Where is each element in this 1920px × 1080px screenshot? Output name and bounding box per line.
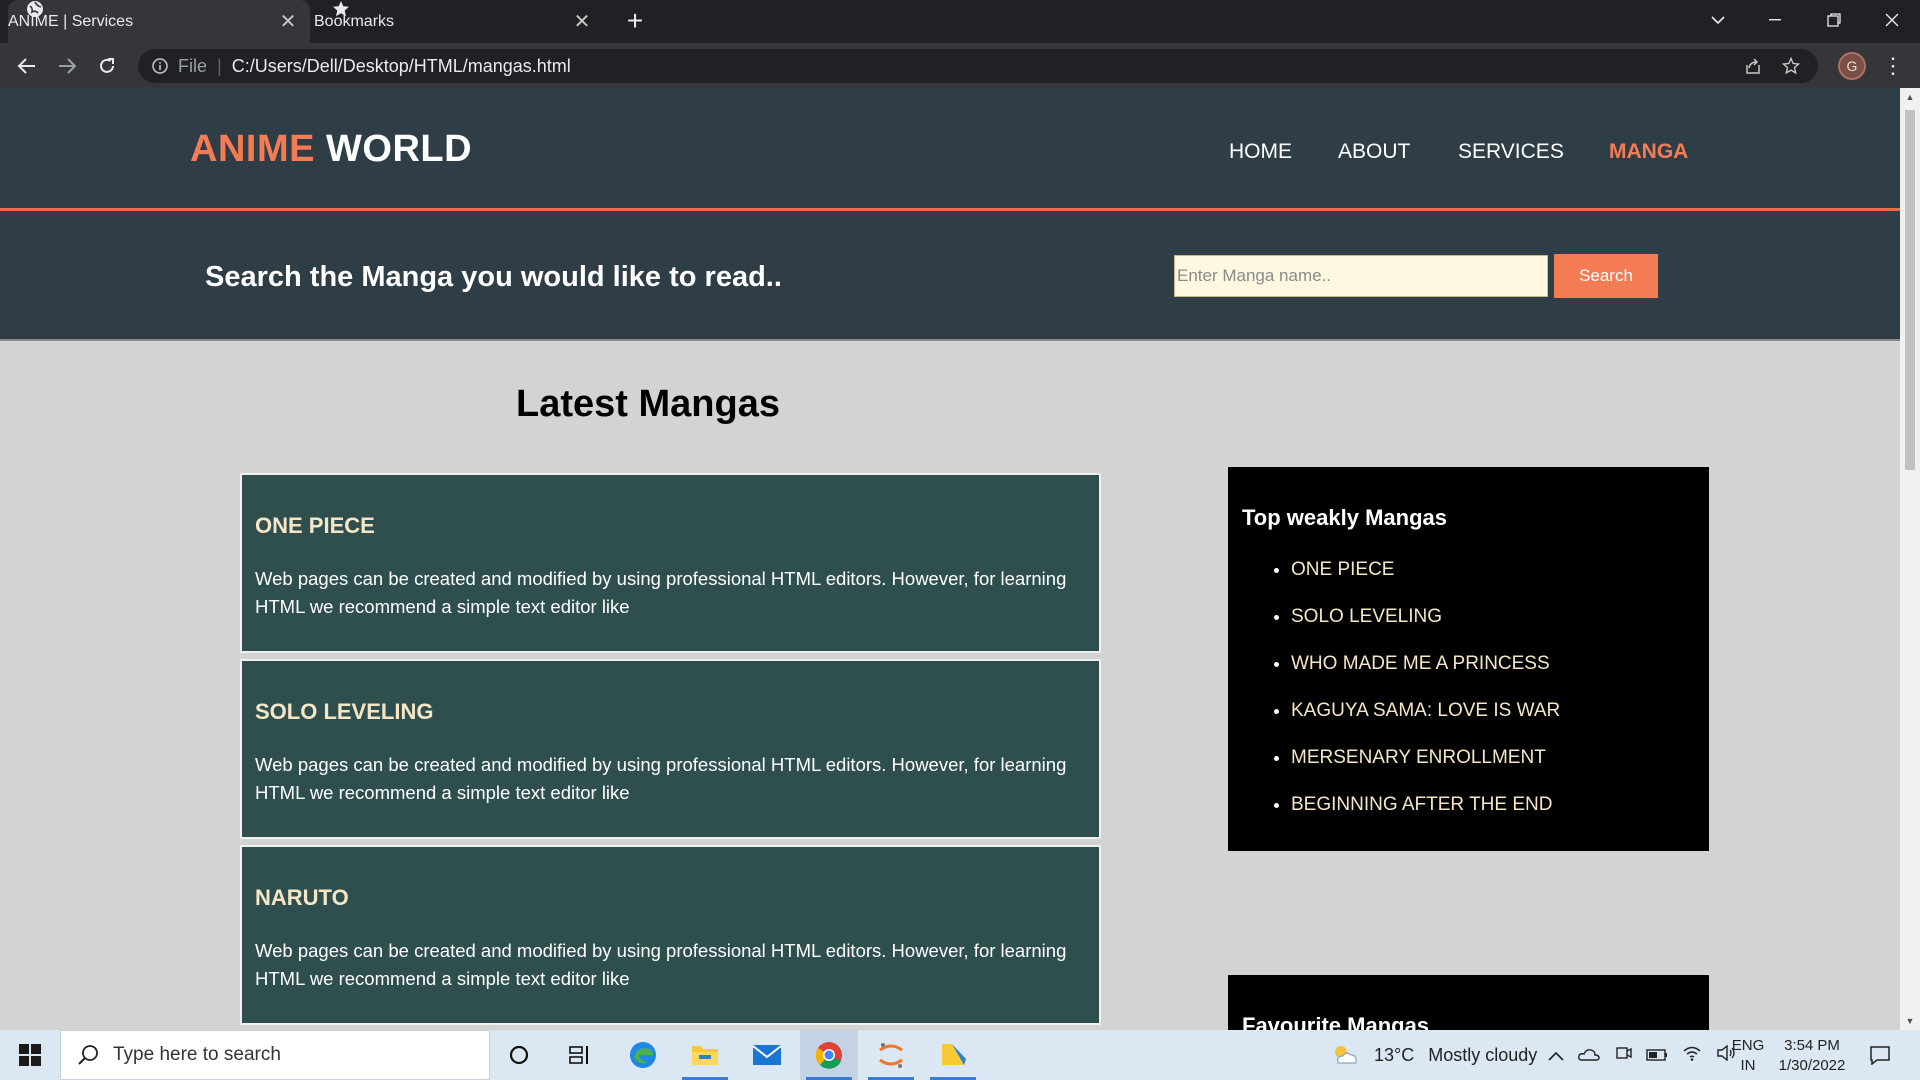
tab-bookmarks[interactable]: Bookmarks ✕ [314, 0, 604, 43]
tab-title: ANIME | Services [8, 12, 134, 30]
address-separator: | [217, 55, 222, 76]
list-item[interactable]: ONE PIECE [1291, 559, 1560, 606]
clock-date: 1/30/2022 [1778, 1057, 1846, 1074]
browser-tab-strip: ANIME | Services ✕ Bookmarks ✕ + [0, 0, 1920, 43]
windows-start-icon[interactable] [0, 1030, 60, 1080]
new-tab-button[interactable]: + [620, 6, 650, 36]
list-item[interactable]: MERSENARY ENROLLMENT [1291, 747, 1560, 794]
manga-card-title: ONE PIECE [255, 513, 375, 538]
top-weekly-box: Top weakly Mangas ONE PIECE SOLO LEVELIN… [1228, 467, 1709, 851]
language-indicator[interactable]: ENG IN [1730, 1036, 1766, 1076]
manga-card-text: Web pages can be created and modified by… [255, 940, 1067, 989]
page-viewport: ANIME WORLD HOME ABOUT SERVICES MANGA Se… [0, 88, 1900, 1030]
weather-text: Mostly cloudy [1428, 1044, 1538, 1065]
tab-title: Bookmarks [314, 12, 395, 30]
wifi-icon[interactable] [1682, 1045, 1702, 1066]
weather-temp: 13°C [1374, 1044, 1415, 1065]
manga-card[interactable]: SOLO LEVELING Web pages can be created a… [240, 659, 1101, 839]
close-icon[interactable]: ✕ [274, 9, 302, 34]
tab-anime-services[interactable]: ANIME | Services ✕ [8, 0, 310, 43]
forward-arrow-icon[interactable] [51, 50, 83, 82]
page-scrollbar[interactable]: ▲ ▼ [1900, 88, 1920, 1030]
list-item[interactable]: KAGUYA SAMA: LOVE IS WAR [1291, 700, 1560, 747]
manga-card-text: Web pages can be created and modified by… [255, 568, 1067, 617]
site-logo[interactable]: ANIME WORLD [190, 128, 472, 171]
manga-card-text: Web pages can be created and modified by… [255, 754, 1067, 803]
bookmark-star-icon[interactable] [1776, 52, 1806, 80]
cloudy-weather-icon [1335, 1046, 1357, 1064]
list-item[interactable]: SOLO LEVELING [1291, 606, 1560, 653]
search-heading: Search the Manga you would like to read.… [205, 261, 782, 293]
nav-manga[interactable]: MANGA [1609, 140, 1688, 164]
lang-bottom: IN [1740, 1057, 1756, 1074]
edge-browser-icon[interactable] [614, 1030, 672, 1080]
window-close-icon[interactable] [1864, 0, 1920, 40]
site-header: ANIME WORLD HOME ABOUT SERVICES MANGA [0, 88, 1900, 211]
manga-card[interactable]: ONE PIECE Web pages can be created and m… [240, 473, 1101, 653]
nav-services[interactable]: SERVICES [1458, 140, 1564, 164]
restore-icon[interactable] [1806, 0, 1862, 40]
top-weekly-title: Top weakly Mangas [1242, 505, 1447, 530]
back-arrow-icon[interactable] [11, 50, 43, 82]
search-icon [78, 1045, 98, 1065]
manga-card-title: NARUTO [255, 885, 349, 910]
file-explorer-icon[interactable] [676, 1030, 734, 1080]
task-view-icon[interactable] [551, 1030, 609, 1080]
taskbar-search-placeholder: Type here to search [113, 1044, 281, 1065]
share-icon[interactable] [1738, 52, 1768, 80]
search-button[interactable]: Search [1554, 254, 1658, 298]
scheme-label: File [178, 55, 208, 76]
browser-toolbar: File | C:/Users/Dell/Desktop/HTML/mangas… [0, 43, 1920, 88]
meet-now-icon[interactable] [1614, 1044, 1632, 1067]
lang-top: ENG [1731, 1037, 1765, 1054]
nav-home[interactable]: HOME [1229, 140, 1292, 164]
jupyter-app-icon[interactable] [862, 1030, 920, 1080]
logo-rest: WORLD [326, 128, 473, 170]
globe-icon [26, 0, 44, 18]
list-item[interactable]: BEGINNING AFTER THE END [1291, 794, 1560, 841]
info-icon[interactable] [150, 58, 170, 74]
taskbar: Type here to search 13°C Mostly cloudy E… [0, 1030, 1920, 1080]
system-tray [1548, 1030, 1736, 1080]
manga-card-title: SOLO LEVELING [255, 699, 434, 724]
top-weekly-list: ONE PIECE SOLO LEVELING WHO MADE ME A PR… [1291, 559, 1560, 841]
weather-widget[interactable]: 13°C Mostly cloudy [1330, 1030, 1537, 1080]
taskbar-search-box[interactable]: Type here to search [60, 1030, 490, 1080]
favourite-title: Favourite Mangas [1242, 1013, 1430, 1030]
close-icon[interactable]: ✕ [568, 9, 596, 34]
scroll-up-icon[interactable]: ▲ [1905, 92, 1915, 102]
search-section: Search the Manga you would like to read.… [0, 211, 1900, 341]
scroll-down-icon[interactable]: ▼ [1905, 1016, 1915, 1026]
file-manager-app-icon[interactable] [924, 1030, 982, 1080]
minimize-icon[interactable] [1748, 0, 1804, 40]
latest-mangas-title: Latest Mangas [516, 383, 780, 425]
chrome-icon[interactable] [800, 1030, 858, 1080]
clock[interactable]: 3:54 PM 1/30/2022 [1768, 1036, 1856, 1076]
logo-accent: ANIME [190, 128, 315, 170]
favourite-box: Favourite Mangas [1228, 975, 1709, 1030]
nav-about[interactable]: ABOUT [1338, 140, 1410, 164]
chevron-up-icon[interactable] [1548, 1045, 1564, 1066]
address-bar[interactable]: File | C:/Users/Dell/Desktop/HTML/mangas… [138, 49, 1818, 83]
list-item[interactable]: WHO MADE ME A PRINCESS [1291, 653, 1560, 700]
mail-icon[interactable] [738, 1030, 796, 1080]
reload-icon[interactable] [91, 50, 123, 82]
address-url[interactable]: C:/Users/Dell/Desktop/HTML/mangas.html [232, 56, 571, 77]
star-icon [332, 0, 350, 18]
notification-center-icon[interactable] [1850, 1030, 1910, 1080]
profile-avatar[interactable]: G [1838, 52, 1866, 80]
manga-search-input[interactable] [1174, 255, 1548, 297]
menu-kebab-icon[interactable]: ⋮ [1880, 51, 1906, 81]
scrollbar-thumb[interactable] [1905, 110, 1915, 470]
cortana-icon[interactable] [490, 1030, 548, 1080]
onedrive-cloud-icon[interactable] [1578, 1045, 1600, 1066]
battery-icon[interactable] [1646, 1045, 1668, 1066]
clock-time: 3:54 PM [1784, 1037, 1840, 1054]
tab-search-chevron-icon[interactable] [1690, 0, 1746, 40]
manga-card[interactable]: NARUTO Web pages can be created and modi… [240, 845, 1101, 1025]
